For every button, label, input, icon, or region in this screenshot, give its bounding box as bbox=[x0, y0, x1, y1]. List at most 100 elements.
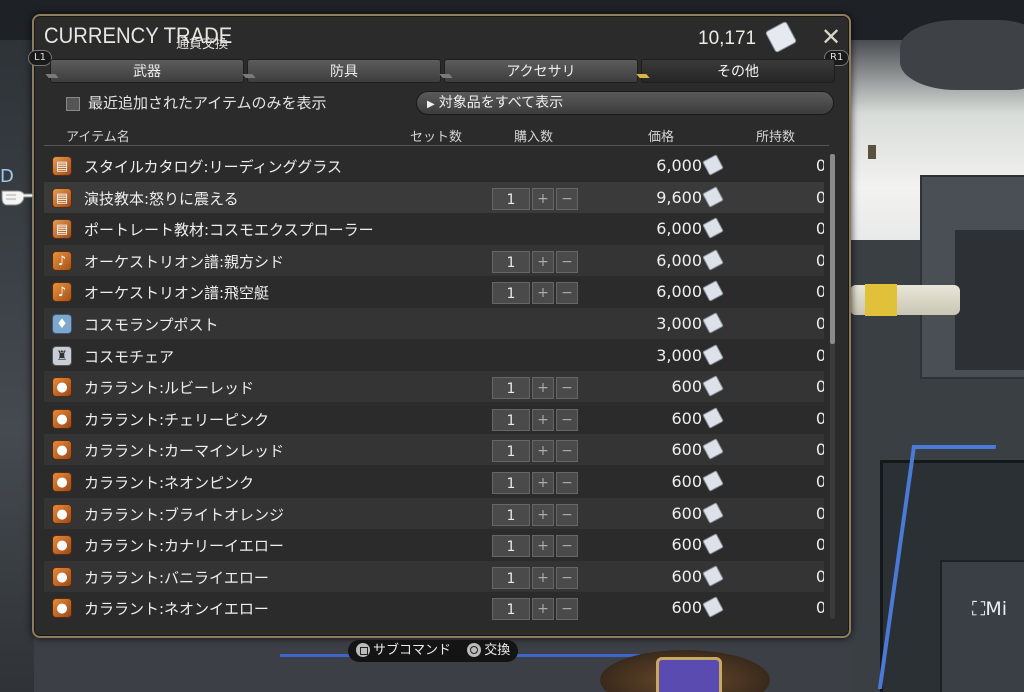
pointing-hand-cursor-icon bbox=[1, 190, 34, 206]
increase-quantity-button[interactable]: + bbox=[532, 472, 554, 494]
scrip-ticket-icon bbox=[702, 596, 724, 619]
item-name: カララント:カナリーイエロー bbox=[84, 537, 284, 556]
item-price: 600 bbox=[671, 472, 702, 491]
background-machine-inner bbox=[955, 230, 1024, 370]
scrip-ticket-icon bbox=[702, 185, 724, 208]
quantity-field[interactable]: 1 bbox=[492, 187, 530, 210]
quantity-field[interactable]: 1 bbox=[492, 535, 530, 558]
item-row[interactable]: ● カララント:ネオンイエロー 1 + − 600 0 bbox=[44, 592, 824, 623]
item-row[interactable]: ● カララント:カナリーイエロー 1 + − 600 0 bbox=[44, 529, 824, 560]
increase-quantity-button[interactable]: + bbox=[532, 187, 554, 210]
tab-weapons[interactable]: 武器 bbox=[45, 59, 244, 83]
decrease-quantity-button[interactable]: − bbox=[556, 408, 578, 431]
quantity-field[interactable]: 1 bbox=[492, 566, 530, 589]
item-row[interactable]: ♪ オーケストリオン譜:飛空艇 1 + − 6,000 0 bbox=[44, 276, 824, 307]
decrease-quantity-button[interactable]: − bbox=[556, 535, 578, 558]
item-row[interactable]: ♦ コスモランプポスト 3,000 0 bbox=[44, 308, 824, 339]
scrip-ticket-icon bbox=[764, 20, 798, 54]
quantity-field[interactable]: 1 bbox=[492, 598, 530, 621]
scrip-ticket-icon bbox=[702, 470, 724, 492]
item-row[interactable]: ▤ ポートレート教材:コスモエクスプローラー 6,000 0 bbox=[44, 213, 824, 244]
quantity-field[interactable]: 1 bbox=[492, 250, 530, 273]
dye-pot-icon: ● bbox=[52, 377, 72, 398]
dye-pot-icon: ● bbox=[52, 566, 72, 587]
decrease-quantity-button[interactable]: − bbox=[556, 377, 578, 400]
quantity-field[interactable]: 1 bbox=[492, 408, 530, 431]
play-arrow-icon: ▶ bbox=[427, 99, 435, 110]
item-price: 9,600 bbox=[656, 187, 702, 207]
tab-accessories[interactable]: アクセサリ bbox=[439, 59, 638, 83]
column-header-purchase-qty: 購入数 bbox=[514, 130, 554, 145]
increase-quantity-button[interactable]: + bbox=[532, 440, 554, 463]
item-row[interactable]: ▤ スタイルカタログ:リーディンググラス 6,000 0 bbox=[44, 150, 824, 181]
decrease-quantity-button[interactable]: − bbox=[556, 503, 578, 526]
tab-label: アクセサリ bbox=[506, 64, 576, 80]
item-price: 3,000 bbox=[656, 345, 702, 365]
scrip-ticket-icon bbox=[702, 248, 724, 271]
increase-quantity-button[interactable]: + bbox=[532, 377, 554, 400]
catalog-box-icon: ▤ bbox=[52, 187, 72, 208]
item-name: オーケストリオン譜:飛空艇 bbox=[84, 284, 270, 303]
recent-items-checkbox[interactable] bbox=[66, 97, 80, 111]
background-lamp bbox=[868, 145, 876, 159]
item-row[interactable]: ● カララント:ルビーレッド 1 + − 600 0 bbox=[44, 371, 824, 403]
owned-count: 0 bbox=[815, 282, 824, 302]
tab-other[interactable]: その他 bbox=[636, 59, 835, 83]
item-row[interactable]: ♪ オーケストリオン譜:親方シド 1 + − 6,000 0 bbox=[44, 244, 824, 276]
item-price: 6,000 bbox=[656, 282, 702, 302]
owned-count: 0 bbox=[815, 219, 824, 239]
item-price: 600 bbox=[671, 535, 702, 555]
tab-armor[interactable]: 防具 bbox=[242, 59, 441, 83]
item-row[interactable]: ● カララント:カーマインレッド 1 + − 600 0 bbox=[44, 434, 824, 466]
scrip-ticket-icon bbox=[702, 280, 724, 303]
tab-marker bbox=[439, 74, 453, 78]
item-row[interactable]: ▤ 演技教本:怒りに震える 1 + − 9,600 0 bbox=[44, 181, 824, 213]
item-name: コスモチェア bbox=[84, 347, 175, 366]
show-all-label: 対象品をすべて表示 bbox=[438, 95, 564, 111]
quantity-field[interactable]: 1 bbox=[492, 440, 530, 463]
item-price: 600 bbox=[671, 503, 702, 523]
owned-count: 0 bbox=[815, 345, 824, 365]
scrip-ticket-icon bbox=[702, 343, 724, 366]
item-name: スタイルカタログ:リーディンググラス bbox=[84, 158, 342, 176]
decrease-quantity-button[interactable]: − bbox=[556, 282, 578, 305]
decrease-quantity-button[interactable]: − bbox=[556, 187, 578, 210]
item-name: カララント:ルビーレッド bbox=[84, 379, 255, 398]
owned-count: 0 bbox=[815, 503, 824, 523]
dye-pot-icon: ● bbox=[52, 598, 72, 619]
increase-quantity-button[interactable]: + bbox=[532, 408, 554, 431]
decrease-quantity-button[interactable]: − bbox=[556, 566, 578, 589]
show-all-items-button[interactable]: ▶ 対象品をすべて表示 bbox=[416, 91, 834, 115]
increase-quantity-button[interactable]: + bbox=[532, 566, 554, 589]
item-row[interactable]: ♜ コスモチェア 3,000 0 bbox=[44, 340, 824, 371]
increase-quantity-button[interactable]: + bbox=[532, 598, 554, 621]
increase-quantity-button[interactable]: + bbox=[532, 503, 554, 526]
increase-quantity-button[interactable]: + bbox=[532, 250, 554, 273]
item-row[interactable]: ● カララント:ネオンピンク 1 + − 600 0 bbox=[44, 466, 824, 497]
increase-quantity-button[interactable]: + bbox=[532, 535, 554, 558]
item-row[interactable]: ● カララント:バニライエロー 1 + − 600 0 bbox=[44, 560, 824, 592]
item-row[interactable]: ● カララント:ブライトオレンジ 1 + − 600 0 bbox=[44, 497, 824, 529]
decrease-quantity-button[interactable]: − bbox=[556, 472, 578, 494]
owned-count: 0 bbox=[815, 156, 824, 175]
scrip-ticket-icon bbox=[702, 564, 724, 587]
lamp-icon: ♦ bbox=[52, 314, 72, 334]
scrollbar-thumb[interactable] bbox=[830, 154, 835, 344]
quantity-field[interactable]: 1 bbox=[492, 377, 530, 400]
item-price: 600 bbox=[671, 440, 702, 460]
decrease-quantity-button[interactable]: − bbox=[556, 598, 578, 621]
decrease-quantity-button[interactable]: − bbox=[556, 250, 578, 273]
item-name: コスモランプポスト bbox=[84, 316, 219, 334]
subcommand-hint: サブコマンド bbox=[373, 643, 452, 658]
l1-shoulder-button[interactable]: L1 bbox=[28, 50, 52, 66]
item-price: 600 bbox=[671, 598, 702, 618]
increase-quantity-button[interactable]: + bbox=[532, 282, 554, 305]
column-header-price: 価格 bbox=[648, 130, 675, 145]
close-icon[interactable]: ✕ bbox=[818, 24, 844, 50]
quantity-field[interactable]: 1 bbox=[492, 472, 530, 494]
decrease-quantity-button[interactable]: − bbox=[556, 440, 578, 463]
quantity-field[interactable]: 1 bbox=[492, 503, 530, 526]
quantity-field[interactable]: 1 bbox=[492, 282, 530, 305]
currency-trade-window: CURRENCY TRADE 通貨交換 10,171 ✕ L1 R1 武器 防具… bbox=[28, 14, 851, 638]
item-row[interactable]: ● カララント:チェリーピンク 1 + − 600 0 bbox=[44, 403, 824, 434]
